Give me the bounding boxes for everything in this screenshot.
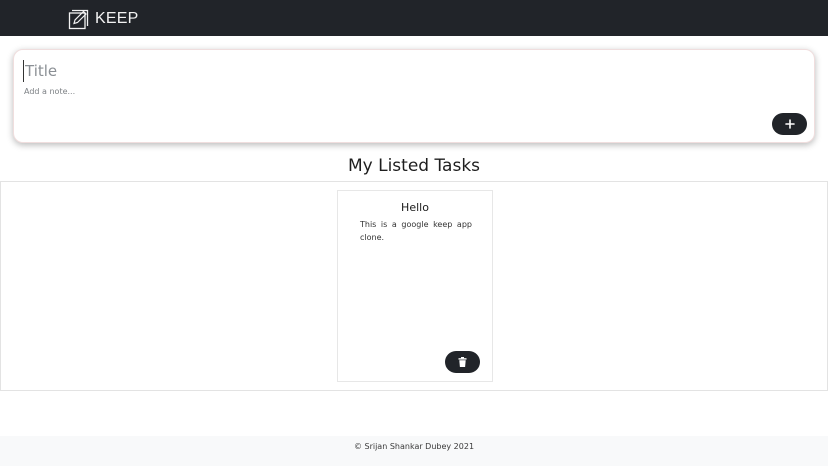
brand-text: KEEP (95, 9, 139, 27)
note-form (13, 49, 815, 143)
footer-text: © Srijan Shankar Dubey 2021 (353, 442, 475, 451)
edit-note-icon (68, 9, 89, 29)
add-note-button[interactable] (772, 113, 807, 135)
footer: © Srijan Shankar Dubey 2021 (0, 436, 828, 466)
plus-icon (784, 119, 795, 129)
title-input[interactable] (23, 60, 723, 82)
task-body: This is a google keep app clone. (360, 220, 472, 242)
task-title: Hello (401, 201, 429, 214)
tasks-container: Hello This is a google keep app clone. (0, 181, 828, 391)
trash-icon (458, 357, 467, 367)
navbar: KEEP (0, 0, 828, 36)
tasks-heading: My Listed Tasks (347, 156, 481, 176)
task-card: Hello This is a google keep app clone. (337, 190, 493, 382)
note-input[interactable] (24, 84, 724, 98)
brand[interactable]: KEEP (68, 7, 139, 30)
delete-task-button[interactable] (445, 351, 480, 373)
